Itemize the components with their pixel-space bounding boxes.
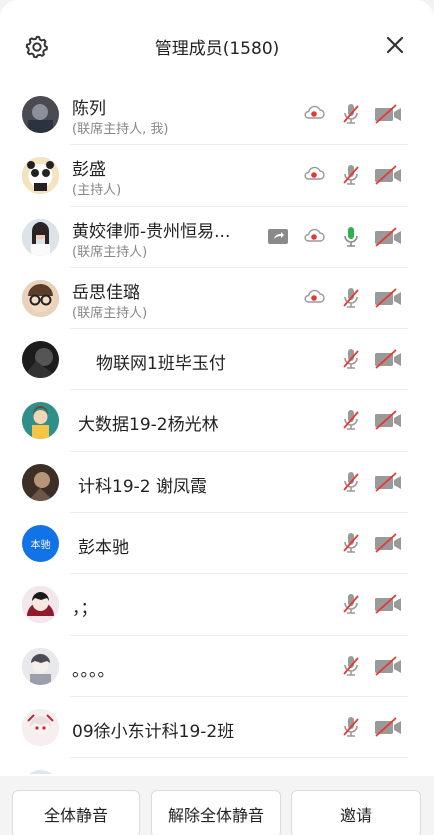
- member-row[interactable]: 本驰 彭本驰: [0, 513, 434, 575]
- camera-off-icon[interactable]: [373, 286, 403, 310]
- member-list[interactable]: 陈列 (联席主持人, 我) 彭盛 (主持人) 黄姣律师-贵州恒易... (联席主…: [0, 84, 434, 774]
- member-name: 彭盛: [72, 160, 106, 181]
- avatar: [22, 279, 59, 317]
- mic-on-icon[interactable]: [340, 225, 362, 249]
- avatar: [22, 463, 59, 501]
- member-management-panel: 管理成员(1580) 陈列 (联席主持人, 我) 彭盛 (主持人) 黄姣律师-贵…: [0, 0, 434, 835]
- member-row[interactable]: 计科19-2 谢凤霞: [0, 452, 434, 514]
- camera-off-icon[interactable]: [373, 163, 403, 187]
- member-name: 物联网1班毕玉付: [96, 354, 226, 375]
- member-row[interactable]: 。。。。: [0, 636, 434, 697]
- avatar: [22, 157, 59, 195]
- cloud-recording-icon: [304, 228, 325, 242]
- camera-off-icon[interactable]: [373, 592, 403, 616]
- page-title: 管理成员(1580): [154, 39, 280, 59]
- cloud-recording-icon: [304, 167, 325, 180]
- member-name: 大数据19-2杨光林: [78, 415, 219, 436]
- mic-muted-icon[interactable]: [340, 347, 362, 371]
- member-row[interactable]: 陈列 (联席主持人, 我): [0, 84, 434, 146]
- bottom-action-bar: 全体静音 解除全体静音 邀请: [0, 776, 434, 835]
- unmute-all-button[interactable]: 解除全体静音: [151, 790, 281, 835]
- avatar: [22, 770, 59, 774]
- avatar: [22, 402, 59, 440]
- member-role: (联席主持人): [72, 305, 148, 321]
- mic-muted-icon[interactable]: [340, 102, 362, 126]
- member-row[interactable]: 黄姣律师-贵州恒易... (联席主持人): [0, 207, 434, 268]
- mic-muted-icon[interactable]: [340, 531, 362, 555]
- mic-muted-icon[interactable]: [340, 163, 362, 187]
- member-name: 黄姣律师-贵州恒易...: [72, 221, 231, 242]
- member-name: 计科19-2 谢凤霞: [78, 476, 207, 497]
- member-row[interactable]: 岳思佳璐 (联席主持人): [0, 268, 434, 330]
- camera-off-icon[interactable]: [373, 654, 403, 678]
- member-name: ，；: [72, 599, 98, 620]
- cloud-recording-icon: [304, 105, 325, 119]
- avatar: [22, 708, 59, 746]
- camera-off-icon[interactable]: [373, 102, 403, 126]
- member-name: 陈列: [72, 99, 106, 119]
- mic-muted-icon[interactable]: [340, 286, 362, 310]
- avatar: [22, 96, 59, 133]
- member-row[interactable]: 物联网1班毕玉付: [0, 329, 434, 391]
- member-name: 09徐小东计科19-2班: [72, 721, 235, 742]
- avatar: 本驰: [22, 525, 59, 563]
- member-name: 彭本驰: [78, 538, 129, 559]
- mute-all-button[interactable]: 全体静音: [12, 790, 140, 835]
- member-row[interactable]: 大数据19-2杨光林: [0, 390, 434, 452]
- mic-muted-icon[interactable]: [340, 654, 362, 678]
- invite-button[interactable]: 邀请: [291, 790, 421, 835]
- camera-off-icon[interactable]: [373, 470, 403, 494]
- member-row[interactable]: 彭盛 (主持人): [0, 145, 434, 207]
- member-role: (联席主持人, 我): [72, 122, 169, 137]
- member-row[interactable]: 09徐小东计科19-2班: [0, 697, 434, 759]
- member-name: 岳思佳璐: [72, 282, 140, 303]
- avatar: [22, 586, 59, 624]
- panel-header: 管理成员(1580): [0, 0, 434, 92]
- mic-muted-icon[interactable]: [340, 592, 362, 616]
- member-role: (联席主持人): [72, 244, 148, 260]
- mic-muted-icon[interactable]: [340, 715, 362, 739]
- camera-off-icon[interactable]: [373, 715, 403, 739]
- avatar: [22, 647, 59, 685]
- camera-off-icon[interactable]: [373, 225, 403, 249]
- screen-share-icon: [268, 228, 288, 244]
- avatar: [22, 218, 59, 256]
- mic-muted-icon[interactable]: [340, 408, 362, 432]
- close-icon[interactable]: [384, 34, 406, 56]
- camera-off-icon[interactable]: [373, 531, 403, 555]
- member-name: 。。。。: [72, 660, 115, 681]
- mic-muted-icon[interactable]: [340, 470, 362, 494]
- camera-off-icon[interactable]: [373, 347, 403, 371]
- cloud-recording-icon: [304, 289, 325, 303]
- avatar: [22, 341, 59, 379]
- member-role: (主持人): [72, 183, 122, 199]
- member-row[interactable]: ，；: [0, 574, 434, 636]
- camera-off-icon[interactable]: [373, 408, 403, 432]
- member-row[interactable]: [0, 758, 434, 774]
